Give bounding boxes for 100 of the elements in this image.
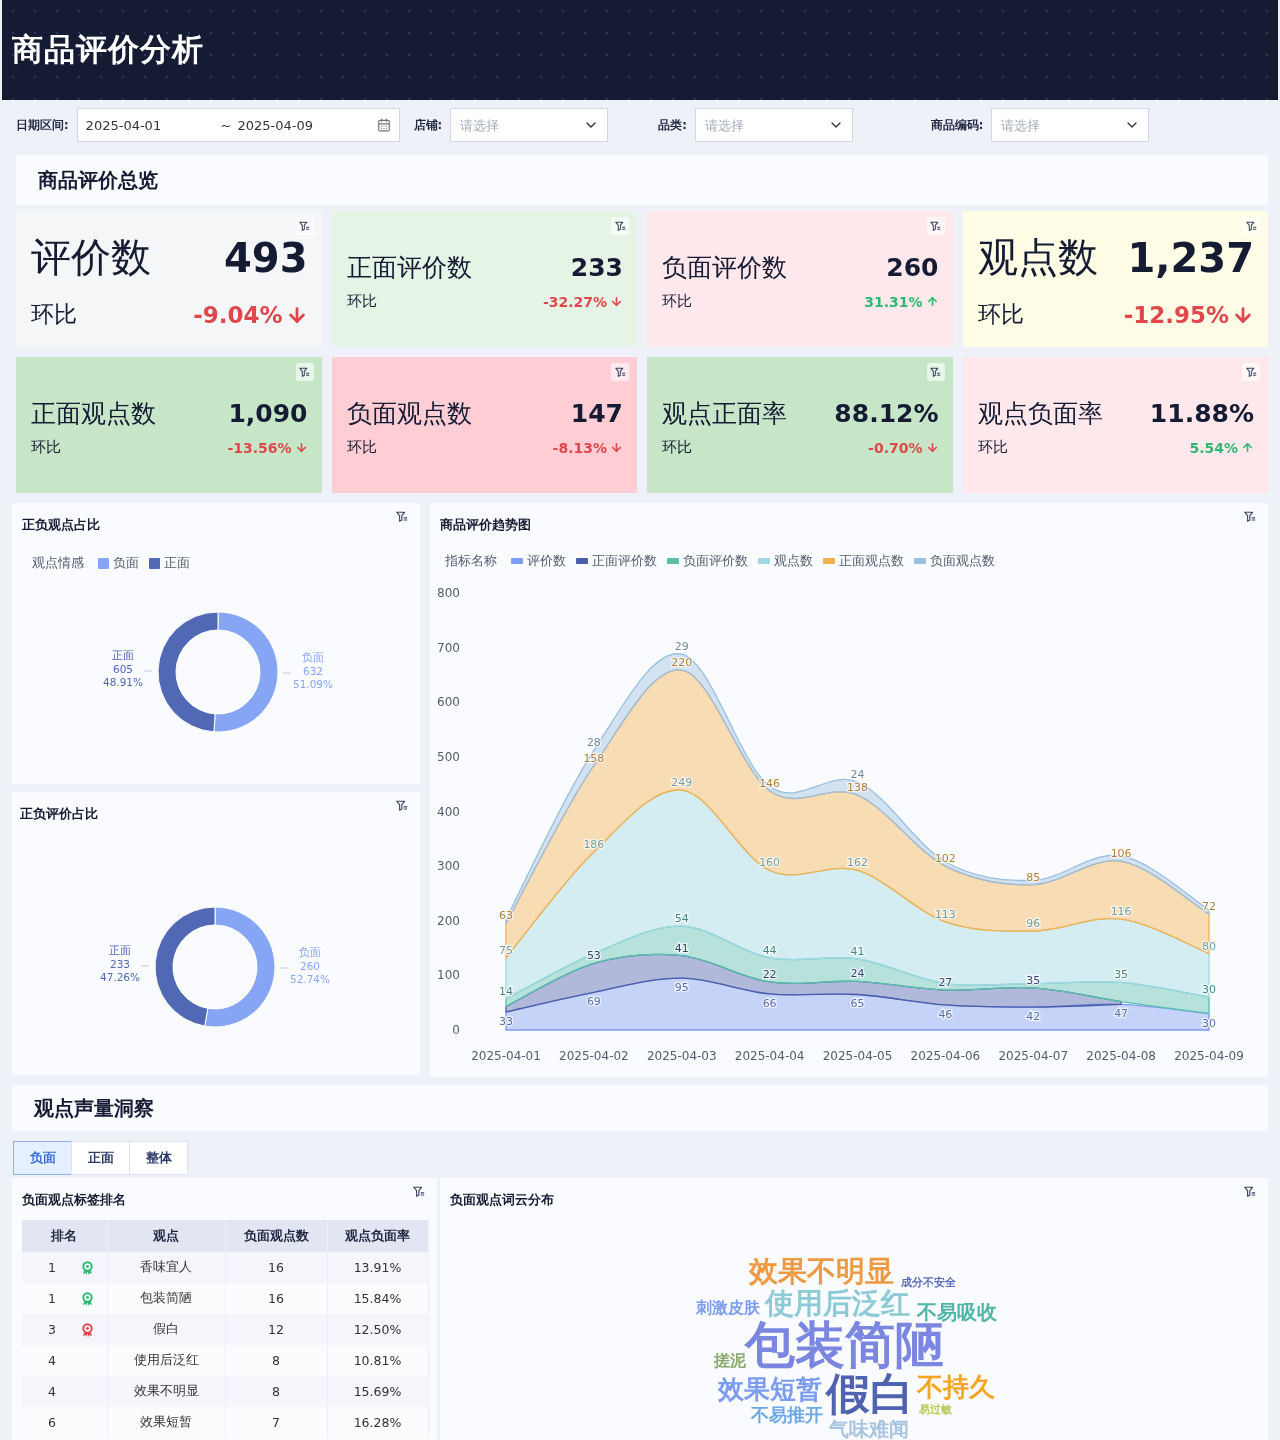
data-label: 95 bbox=[674, 981, 689, 995]
date-range-field[interactable]: 2025-04-01 ~ 2025-04-09 bbox=[76, 108, 400, 142]
legend-item[interactable]: 负面 bbox=[98, 554, 139, 572]
slice-percent: 47.26% bbox=[100, 971, 140, 983]
legend-title: 指标名称 bbox=[445, 552, 497, 570]
slice-percent: 51.09% bbox=[293, 678, 333, 690]
filter-icon[interactable] bbox=[396, 511, 408, 523]
x-tick-label: 2025-04-08 bbox=[1086, 1049, 1156, 1063]
data-label: 30 bbox=[1202, 983, 1216, 997]
data-label: 160 bbox=[759, 856, 781, 870]
filter-label: 商品编码: bbox=[930, 117, 984, 133]
legend-item[interactable]: 正面评价数 bbox=[576, 552, 657, 570]
data-label: 113 bbox=[934, 907, 956, 921]
cloud-word: 气味难闻 bbox=[829, 1419, 909, 1439]
legend-item[interactable]: 观点数 bbox=[758, 552, 813, 570]
tab[interactable]: 整体 bbox=[129, 1141, 188, 1175]
data-label: 72 bbox=[1202, 900, 1216, 914]
rank-number: 4 bbox=[48, 1353, 56, 1368]
x-tick-label: 2025-04-01 bbox=[471, 1049, 541, 1063]
kpi-value: 233 bbox=[570, 253, 623, 282]
cloud-word: 刺激皮肤 bbox=[696, 1300, 760, 1316]
filter-icon[interactable] bbox=[396, 800, 408, 812]
cloud-word: 假白 bbox=[826, 1372, 914, 1416]
slice-label: 正面 bbox=[112, 649, 134, 661]
legend-item[interactable]: 负面评价数 bbox=[667, 552, 748, 570]
kpi-value: 493 bbox=[224, 234, 308, 281]
legend-item[interactable]: 正面观点数 bbox=[823, 552, 904, 570]
table-cell: 7 bbox=[225, 1407, 327, 1438]
y-tick-label: 700 bbox=[437, 640, 460, 655]
x-tick-label: 2025-04-04 bbox=[734, 1049, 805, 1063]
legend-item[interactable]: 正面 bbox=[149, 554, 190, 572]
slice-value: 632 bbox=[303, 665, 323, 677]
change-value: 31.31% bbox=[864, 293, 923, 310]
select-field[interactable]: 请选择 bbox=[991, 108, 1150, 142]
y-tick-label: 500 bbox=[437, 749, 460, 764]
data-label: 106 bbox=[1110, 847, 1132, 861]
data-label: 102 bbox=[934, 852, 956, 866]
data-label: 44 bbox=[762, 943, 777, 957]
filter-icon[interactable] bbox=[413, 1186, 425, 1198]
compare-label: 环比 bbox=[346, 292, 377, 311]
kpi-value: 1,090 bbox=[228, 399, 308, 428]
y-tick-label: 300 bbox=[437, 859, 460, 874]
y-tick-label: 100 bbox=[437, 968, 460, 983]
filter-button[interactable] bbox=[926, 363, 945, 381]
data-label: 27 bbox=[938, 976, 953, 990]
change-value: -13.56% bbox=[227, 439, 292, 456]
select-field[interactable]: 请选择 bbox=[694, 108, 853, 142]
filter-button[interactable] bbox=[295, 217, 314, 235]
kpi-label: 观点正面率 bbox=[662, 398, 787, 430]
data-label: 220 bbox=[671, 656, 693, 669]
data-label: 35 bbox=[1114, 968, 1129, 982]
compare-label: 环比 bbox=[662, 438, 692, 457]
data-label: 22 bbox=[762, 967, 777, 981]
cloud-word: 不持久 bbox=[917, 1374, 995, 1400]
panel-title: 正负评价占比 bbox=[19, 805, 99, 823]
data-label: 63 bbox=[499, 909, 513, 923]
filter-button[interactable] bbox=[295, 363, 314, 381]
compare-label: 环比 bbox=[977, 438, 1008, 457]
tab[interactable]: 负面 bbox=[13, 1141, 72, 1175]
slice-label: 正面 bbox=[109, 944, 131, 956]
x-tick-label: 2025-04-09 bbox=[1174, 1049, 1244, 1063]
cloud-word: 效果短暂 bbox=[718, 1376, 822, 1402]
filter-icon[interactable] bbox=[930, 366, 941, 378]
y-tick-label: 600 bbox=[437, 695, 460, 710]
kpi-value: 1,237 bbox=[1127, 234, 1254, 281]
data-label: 138 bbox=[847, 781, 868, 795]
cloud-word: 效果不明显 bbox=[749, 1257, 894, 1286]
kpi-label: 负面观点数 bbox=[346, 398, 472, 430]
data-label: 41 bbox=[674, 941, 689, 955]
compare-label: 环比 bbox=[31, 300, 77, 329]
x-tick-label: 2025-04-02 bbox=[559, 1049, 629, 1063]
data-label: 75 bbox=[499, 943, 513, 957]
compare-label: 环比 bbox=[977, 300, 1024, 329]
filter-icon[interactable] bbox=[930, 220, 941, 232]
data-label: 53 bbox=[586, 949, 601, 963]
filter-icon[interactable] bbox=[1244, 511, 1256, 523]
data-label: 54 bbox=[674, 912, 689, 926]
rank-number: 3 bbox=[48, 1322, 56, 1337]
filter-icon[interactable] bbox=[299, 220, 310, 232]
slice-value: 233 bbox=[110, 958, 130, 970]
section-title: 商品评价总览 bbox=[16, 155, 1268, 205]
filter-icon[interactable] bbox=[299, 366, 310, 378]
data-label: 85 bbox=[1026, 870, 1041, 884]
data-label: 69 bbox=[586, 995, 601, 1009]
medal-icon bbox=[81, 1291, 93, 1306]
data-label: 42 bbox=[1026, 1010, 1041, 1024]
select-field[interactable]: 请选择 bbox=[450, 108, 609, 142]
column-header: 排名 bbox=[22, 1220, 107, 1252]
data-label: 35 bbox=[1026, 973, 1041, 987]
cloud-word: 使用后泛红 bbox=[765, 1289, 910, 1318]
filter-icon[interactable] bbox=[1244, 1186, 1256, 1198]
legend-item[interactable]: 评价数 bbox=[511, 552, 566, 570]
filter-button[interactable] bbox=[926, 217, 945, 235]
kpi-label: 负面评价数 bbox=[662, 252, 787, 284]
compare-label: 环比 bbox=[662, 292, 692, 311]
x-tick-label: 2025-04-05 bbox=[822, 1049, 893, 1063]
rank-number: 1 bbox=[48, 1291, 56, 1306]
data-label: 65 bbox=[850, 997, 865, 1011]
legend-item[interactable]: 负面观点数 bbox=[914, 552, 995, 570]
tab[interactable]: 正面 bbox=[71, 1141, 130, 1175]
